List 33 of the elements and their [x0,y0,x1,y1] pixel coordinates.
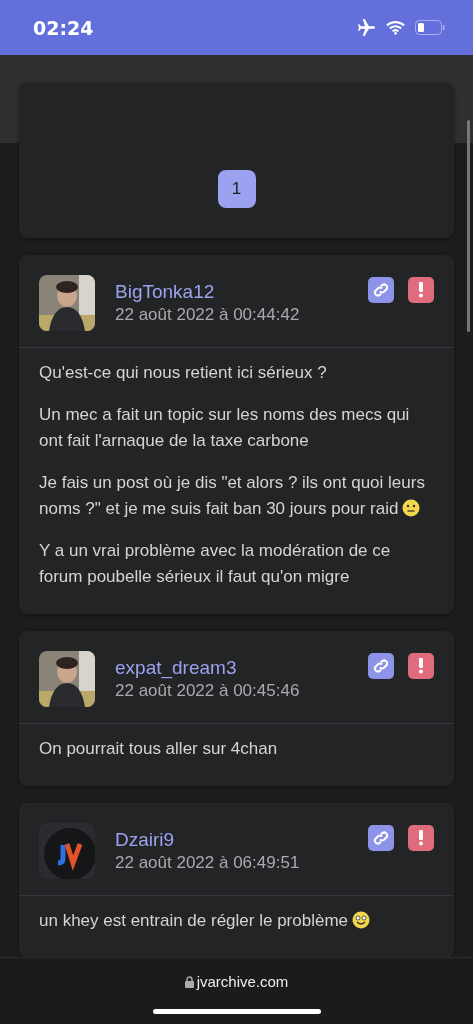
report-button[interactable] [408,653,434,679]
link-icon [373,282,389,298]
link-button[interactable] [368,277,394,303]
author-link[interactable]: expat_dream3 [115,657,237,679]
link-button[interactable] [368,825,394,851]
smiley-icon [352,911,370,929]
exclamation-icon [418,830,424,846]
battery-icon [415,20,445,35]
lock-icon [184,975,194,988]
clock-time: 02:24 [33,16,94,39]
report-button[interactable] [408,825,434,851]
post-date: 22 août 2022 à 06:49:51 [115,853,301,873]
report-button[interactable] [408,277,434,303]
post-date: 22 août 2022 à 00:45:46 [115,681,301,701]
post-paragraph: Y a un vrai problème avec la modération de ce forum poubelle sérieux il faut qu'on migre [39,540,392,588]
link-button[interactable] [368,653,394,679]
page-button[interactable]: 1 [217,170,256,208]
post-paragraph: Qu'est-ce qui nous retient ici sérieux ? [39,362,328,384]
author-link[interactable]: BigTonka12 [115,281,215,303]
link-icon [373,830,389,846]
post-paragraph: Un mec a fait un topic sur les noms des mecs qui ont fait l'arnaque de la taxe carbone [39,404,411,452]
post-paragraph: On pourrait tous aller sur 4chan [39,738,279,760]
link-icon [373,658,389,674]
exclamation-icon [418,658,424,674]
author-link[interactable]: Dzairi9 [115,829,175,851]
url-text[interactable]: jvarchive.com [196,973,289,990]
post-paragraph: Je fais un post où je dis "et alors ? ils ont quoi leurs noms ?" et je me suis fait ban 30 jours pour raid [39,472,426,520]
post-date: 22 août 2022 à 00:44:42 [115,305,301,325]
neutral-face-icon [402,499,421,517]
exclamation-icon [418,282,424,298]
airplane-icon [357,19,376,36]
wifi-icon [386,20,405,35]
post-paragraph: un khey est entrain de régler le problème [39,908,434,934]
